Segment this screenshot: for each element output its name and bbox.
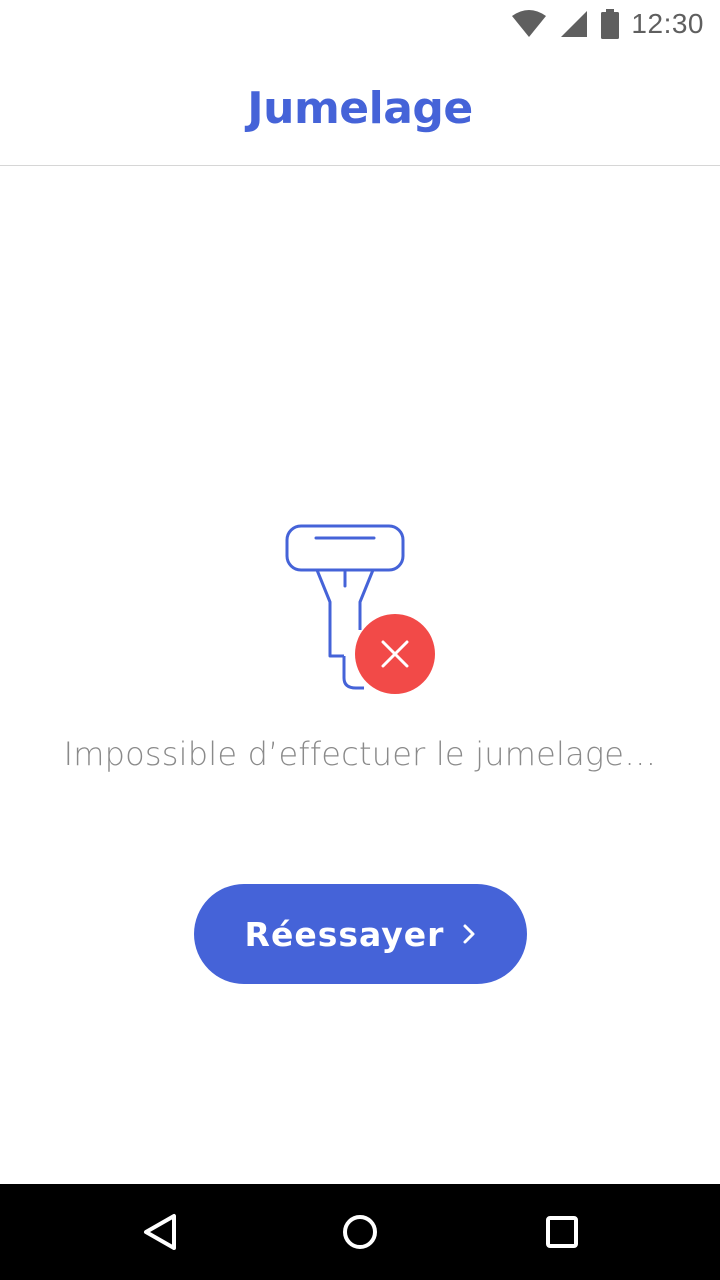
- clock: 12:30: [631, 8, 704, 39]
- pairing-failed-illustration: [280, 520, 440, 700]
- cell-signal-icon: [559, 9, 589, 39]
- back-icon[interactable]: [130, 1202, 190, 1262]
- error-message: Impossible d’effectuer le jumelage…: [63, 735, 657, 773]
- home-icon[interactable]: [330, 1202, 390, 1262]
- pairing-screen: 12:30 Jumelage Impossible d’effectuer le…: [0, 0, 720, 1280]
- wifi-icon: [511, 10, 547, 38]
- status-bar: 12:30: [0, 0, 720, 48]
- chevron-right-icon: [462, 922, 476, 946]
- app-bar: Jumelage: [0, 48, 720, 166]
- retry-button-label: Réessayer: [244, 914, 445, 954]
- system-nav-bar: [0, 1184, 720, 1280]
- error-x-icon: [355, 614, 435, 694]
- recents-icon[interactable]: [532, 1202, 592, 1262]
- retry-button[interactable]: Réessayer: [194, 884, 527, 984]
- battery-icon: [601, 9, 620, 39]
- page-title: Jumelage: [247, 83, 473, 134]
